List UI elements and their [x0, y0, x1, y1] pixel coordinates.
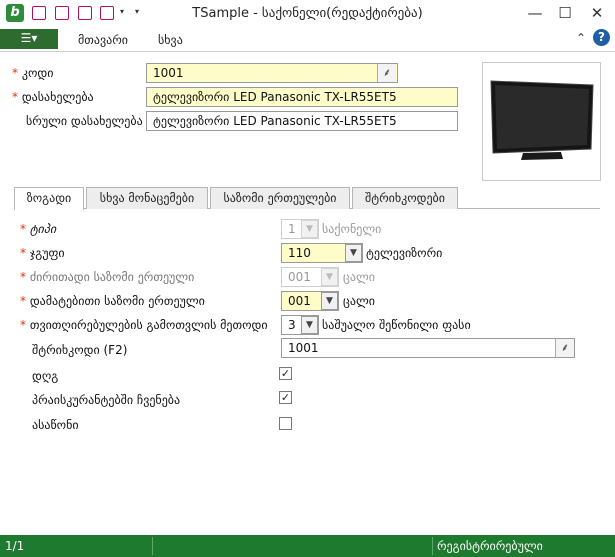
group-text: ტელევიზორი	[366, 246, 443, 260]
status-divider	[152, 537, 153, 555]
record-counter: 1/1	[5, 539, 25, 553]
cost-method-label: * თვითღირებულების გამოთვლის მეთოდი	[20, 318, 268, 332]
pricelist-checkbox[interactable]: ✓	[279, 391, 292, 404]
divider	[0, 51, 615, 52]
tab-barcodes[interactable]: შტრიხკოდები	[352, 187, 458, 209]
type-text: საქონელი	[322, 222, 382, 236]
base-unit-label: * ძირითადი საზომი ერთეული	[20, 270, 195, 284]
name-input[interactable]: ტელევიზორი LED Panasonic TX-LR55ET5	[146, 87, 458, 107]
name-label: * დასახელება	[12, 90, 94, 104]
weighable-checkbox[interactable]	[279, 417, 292, 430]
cost-method-dropdown-icon[interactable]: ▼	[301, 316, 318, 334]
fullname-input[interactable]: ტელევიზორი LED Panasonic TX-LR55ET5	[146, 111, 458, 131]
tab-other-data[interactable]: სხვა მონაცემები	[86, 187, 208, 209]
extra-unit-label: * დამატებითი საზომი ერთეული	[20, 294, 205, 308]
code-picker-icon[interactable]: ⸙	[377, 64, 396, 82]
cost-method-text: საშუალო შეწონილი ფასი	[322, 318, 471, 332]
vat-checkbox[interactable]: ✓	[279, 367, 292, 380]
base-unit-text: ცალი	[343, 270, 375, 284]
extra-unit-dropdown-icon[interactable]: ▼	[321, 292, 338, 310]
group-dropdown-icon[interactable]: ▼	[345, 244, 362, 262]
tab-units[interactable]: საზომი ერთეულები	[210, 187, 350, 209]
help-icon[interactable]: ?	[593, 29, 610, 46]
base-unit-dropdown-icon: ▼	[321, 268, 338, 286]
code-input[interactable]: 1001	[146, 63, 398, 83]
tv-image	[490, 80, 594, 160]
barcode-input[interactable]: 1001	[281, 338, 575, 358]
status-divider	[432, 537, 433, 555]
file-menu-button[interactable]: ☰▾	[0, 29, 58, 49]
weighable-label: ასაწონი	[32, 418, 79, 432]
extra-unit-text: ცალი	[343, 294, 375, 308]
group-label: * ჯგუფი	[20, 246, 65, 260]
pricelist-label: პრაისკურანტებში ჩვენება	[32, 393, 181, 407]
barcode-label: შტრიხკოდი (F2)	[32, 343, 128, 357]
tab-general[interactable]: ზოგადი	[14, 187, 84, 210]
maximize-button[interactable]: ☐	[550, 0, 580, 29]
menu-item-other[interactable]: სხვა	[158, 33, 183, 47]
type-label: * ტიპი	[20, 222, 57, 236]
product-image[interactable]	[482, 62, 601, 181]
code-label: * კოდი	[12, 66, 54, 80]
minimize-button[interactable]: —	[520, 0, 550, 29]
status-bar: 1/1 რეგისტრირებული	[0, 535, 615, 557]
fullname-label: სრული დასახელება	[26, 114, 143, 128]
record-state: რეგისტრირებული	[437, 539, 543, 553]
barcode-picker-icon[interactable]: ⸙	[555, 339, 574, 357]
collapse-ribbon-icon[interactable]: ⌃	[576, 31, 586, 45]
vat-label: დღგ	[32, 369, 59, 383]
menu-item-main[interactable]: მთავარი	[78, 33, 128, 47]
close-button[interactable]: ✕	[582, 0, 612, 29]
type-dropdown-icon: ▼	[301, 220, 318, 238]
